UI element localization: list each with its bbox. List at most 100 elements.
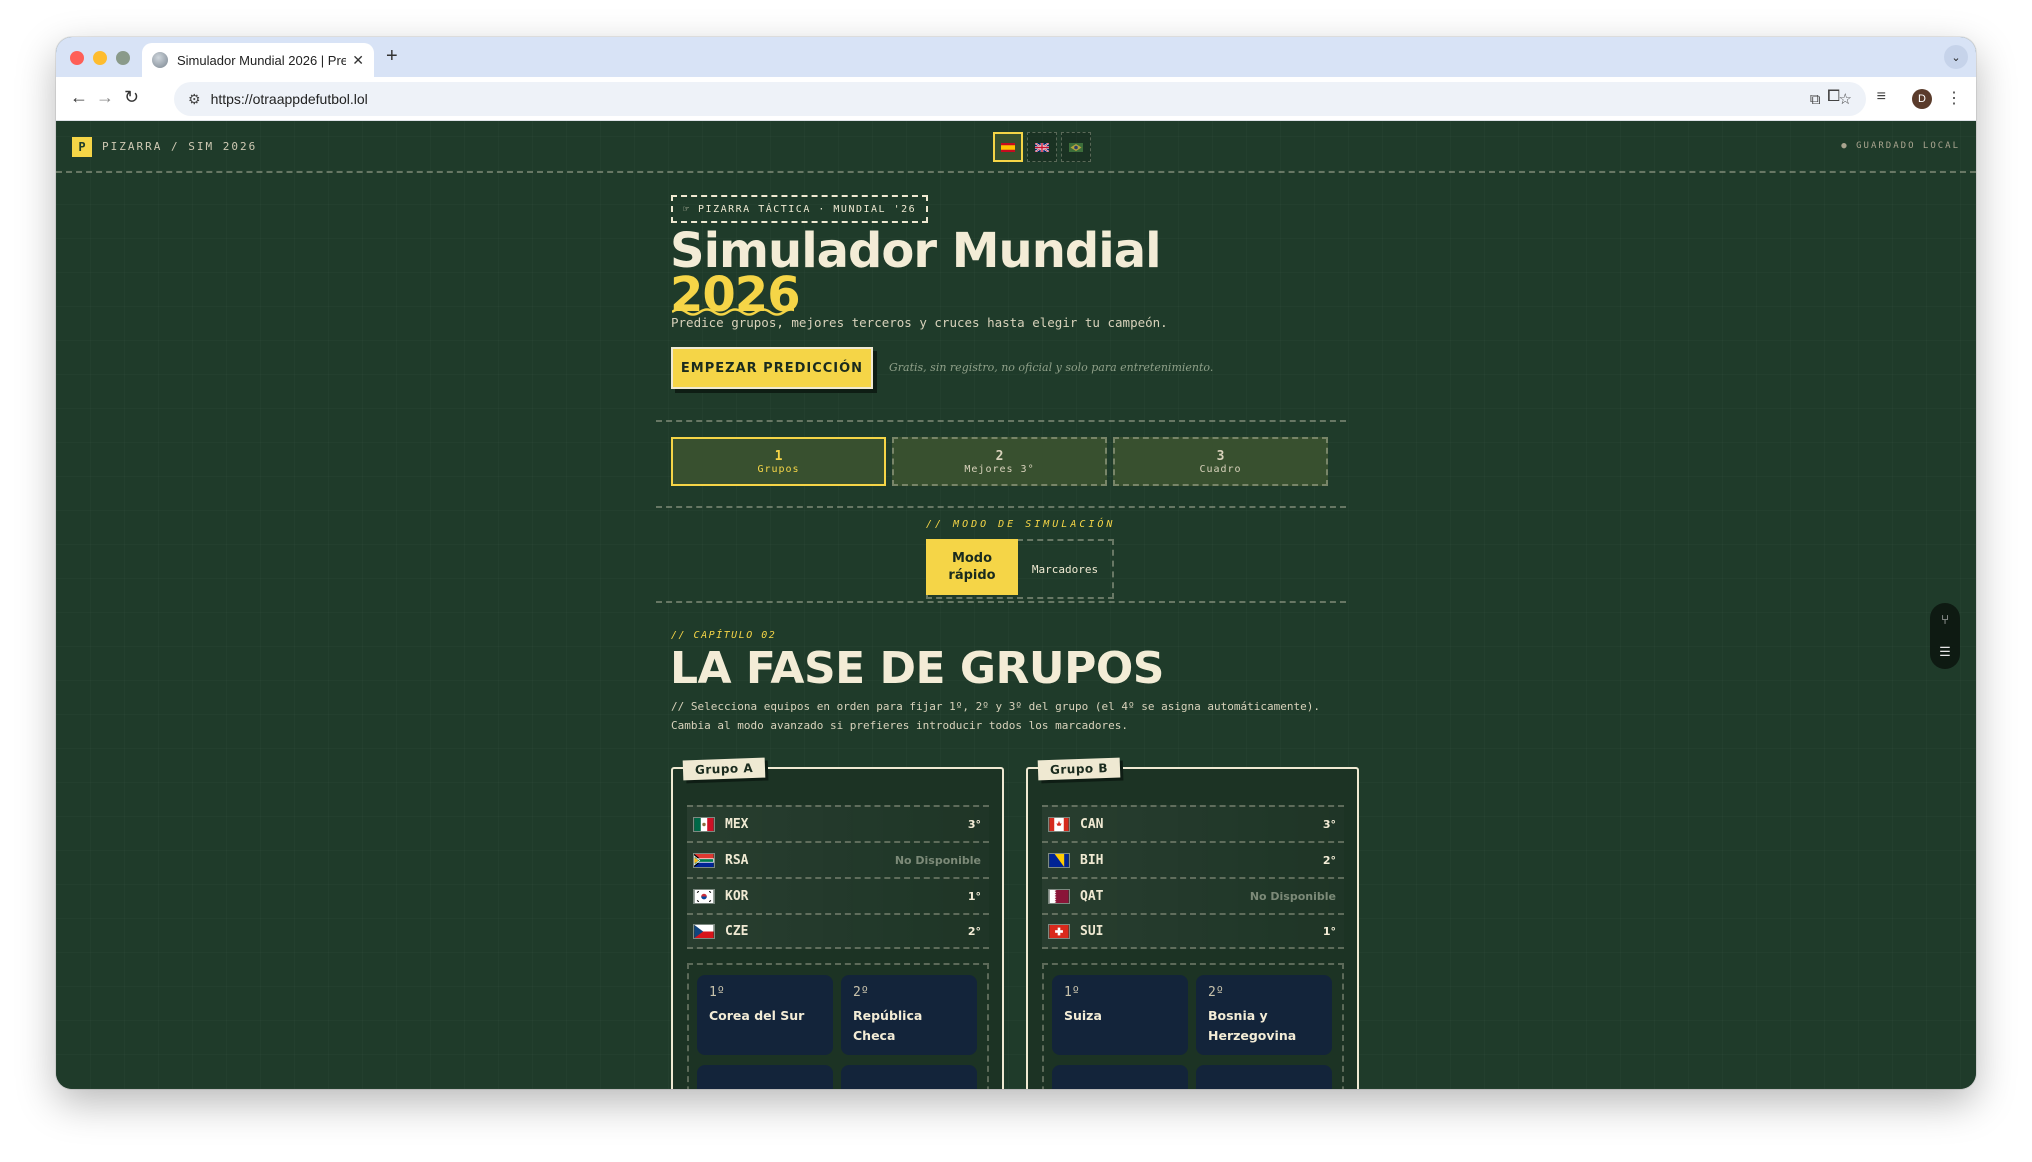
team-position: 1° [967, 889, 981, 903]
result-team: Suiza [1064, 1008, 1102, 1023]
mexico-flag-icon [693, 816, 715, 832]
group-tag: Grupo A [682, 757, 766, 781]
result-team: República Checa [853, 1008, 923, 1043]
team-list: MEX 3° RSA No Disponible KOR 1° CZE 2° [687, 805, 989, 949]
team-list: CAN 3° BIH 2° QAT No Disponible SUI 1° [1042, 805, 1344, 949]
menu-icon[interactable]: ☰ [1939, 644, 1951, 660]
team-code: MEX [725, 816, 749, 832]
result-first: 1º Suiza [1052, 975, 1188, 1055]
extensions-icon[interactable]: ⧠ [1827, 88, 1840, 106]
quick-mode-button[interactable]: Modo rápido [926, 539, 1018, 595]
group-tag: Grupo B [1037, 757, 1121, 781]
branch-icon[interactable]: ⑂ [1941, 612, 1949, 627]
floating-tools-widget: ⑂ ☰ [1930, 603, 1960, 669]
brand-logo[interactable]: P [72, 137, 92, 157]
result-third [697, 1065, 833, 1089]
close-window-button[interactable] [70, 51, 84, 65]
team-row[interactable]: QAT No Disponible [1042, 877, 1344, 913]
group-results: 1º Suiza 2º Bosnia y Herzegovina [1042, 963, 1344, 1089]
minimize-window-button[interactable] [93, 51, 107, 65]
group-card-b: Grupo B CAN 3° BIH 2° QAT No Disponible [1026, 757, 1359, 1089]
team-code: RSA [725, 852, 749, 868]
uk-flag-icon [1035, 142, 1049, 152]
browser-menu-icon[interactable]: ⋮ [1946, 88, 1962, 108]
team-row[interactable]: CZE 2° [687, 913, 989, 949]
step-label: Grupos [757, 463, 800, 475]
lang-pt-button[interactable] [1061, 132, 1091, 162]
saved-status: ● GUARDADO LOCAL [1841, 141, 1960, 151]
canada-flag-icon [1048, 816, 1070, 832]
step-label: Mejores 3° [964, 463, 1035, 475]
team-row[interactable]: CAN 3° [1042, 805, 1344, 841]
tab-title: Simulador Mundial 2026 | Pre [177, 52, 347, 68]
address-bar[interactable]: ⚙ https://otraappdefutbol.lol ⧉ ☆ [174, 82, 1866, 116]
browser-tab[interactable]: Simulador Mundial 2026 | Pre ✕ [142, 43, 374, 77]
result-second: 2º República Checa [841, 975, 977, 1055]
back-icon[interactable]: ← [70, 87, 88, 108]
result-rank: 1º [1064, 985, 1080, 1000]
new-tab-button[interactable]: + [386, 45, 398, 68]
team-row[interactable]: SUI 1° [1042, 913, 1344, 949]
team-row[interactable]: RSA No Disponible [687, 841, 989, 877]
result-rank: 1º [709, 985, 725, 1000]
czech-flag-icon [693, 923, 715, 939]
step-tab-best-thirds[interactable]: 2 Mejores 3° [892, 437, 1107, 486]
group-card-a: Grupo A MEX 3° RSA No Disponible KOR 1° [671, 757, 1004, 1089]
start-prediction-button[interactable]: EMPEZAR PREDICCIÓN [671, 347, 873, 389]
group-results: 1º Corea del Sur 2º República Checa [687, 963, 989, 1089]
team-code: CAN [1080, 816, 1104, 832]
result-team: Corea del Sur [709, 1008, 805, 1023]
quick-mode-label-2: rápido [948, 568, 996, 583]
team-row[interactable]: KOR 1° [687, 877, 989, 913]
bookmark-star-icon[interactable]: ☆ [1839, 90, 1852, 108]
qatar-flag-icon [1048, 888, 1070, 904]
divider [656, 601, 1346, 603]
site-settings-icon[interactable]: ⚙ [188, 91, 201, 108]
globe-icon [152, 52, 168, 68]
result-fourth [841, 1065, 977, 1089]
forward-icon[interactable]: → [96, 87, 114, 108]
korea-flag-icon [693, 888, 715, 904]
hero-kicker: ☞ PIZARRA TÁCTICA · MUNDIAL '26 [671, 195, 929, 223]
step-tab-bracket[interactable]: 3 Cuadro [1113, 437, 1328, 486]
maximize-window-button[interactable] [116, 51, 130, 65]
page: P PIZARRA / SIM 2026 ● GUARDADO LOCAL ☞ … [56, 121, 1976, 1089]
brand-text[interactable]: PIZARRA / SIM 2026 [102, 140, 257, 153]
team-code: BIH [1080, 852, 1104, 868]
result-third [1052, 1065, 1188, 1089]
team-position: No Disponible [1249, 889, 1336, 903]
team-position: 2° [967, 924, 981, 938]
bosnia-flag-icon [1048, 852, 1070, 868]
step-tabs: 1 Grupos 2 Mejores 3° 3 Cuadro [671, 437, 1328, 486]
quick-mode-label-1: Modo [951, 551, 993, 566]
hero-title: Simulador Mundial 2026 [670, 227, 1162, 319]
tab-bar: Simulador Mundial 2026 | Pre ✕ + ⌄ [56, 37, 1976, 77]
lang-en-button[interactable] [1027, 132, 1057, 162]
result-first: 1º Corea del Sur [697, 975, 833, 1055]
team-code: CZE [725, 923, 749, 939]
tab-search-button[interactable]: ⌄ [1944, 45, 1968, 69]
result-fourth [1196, 1065, 1332, 1089]
spain-flag-icon [1001, 142, 1015, 152]
profile-avatar[interactable]: D [1912, 89, 1932, 109]
result-second: 2º Bosnia y Herzegovina [1196, 975, 1332, 1055]
url-text[interactable]: https://otraappdefutbol.lol [211, 91, 1792, 107]
site-header: P PIZARRA / SIM 2026 ● GUARDADO LOCAL [56, 121, 1976, 173]
close-tab-icon[interactable]: ✕ [352, 52, 364, 69]
result-team: Bosnia y Herzegovina [1208, 1008, 1297, 1043]
cta-disclaimer: Gratis, sin registro, no oficial y solo … [889, 361, 1214, 374]
lang-es-button[interactable] [993, 132, 1023, 162]
team-row[interactable]: MEX 3° [687, 805, 989, 841]
install-app-icon[interactable]: ⧉ [1810, 91, 1821, 108]
step-number: 2 [995, 448, 1004, 464]
team-position: 3° [967, 817, 981, 831]
step-tab-groups[interactable]: 1 Grupos [671, 437, 886, 486]
reload-icon[interactable]: ↻ [124, 87, 139, 108]
simulation-mode-toggle: Modo rápido Marcadores [926, 539, 1114, 599]
language-switcher [993, 132, 1091, 162]
team-row[interactable]: BIH 2° [1042, 841, 1344, 877]
reading-list-icon[interactable]: ≡ [1877, 88, 1886, 106]
scores-mode-button[interactable]: Marcadores [1018, 541, 1112, 597]
step-number: 3 [1216, 448, 1225, 464]
team-position: No Disponible [894, 853, 981, 867]
